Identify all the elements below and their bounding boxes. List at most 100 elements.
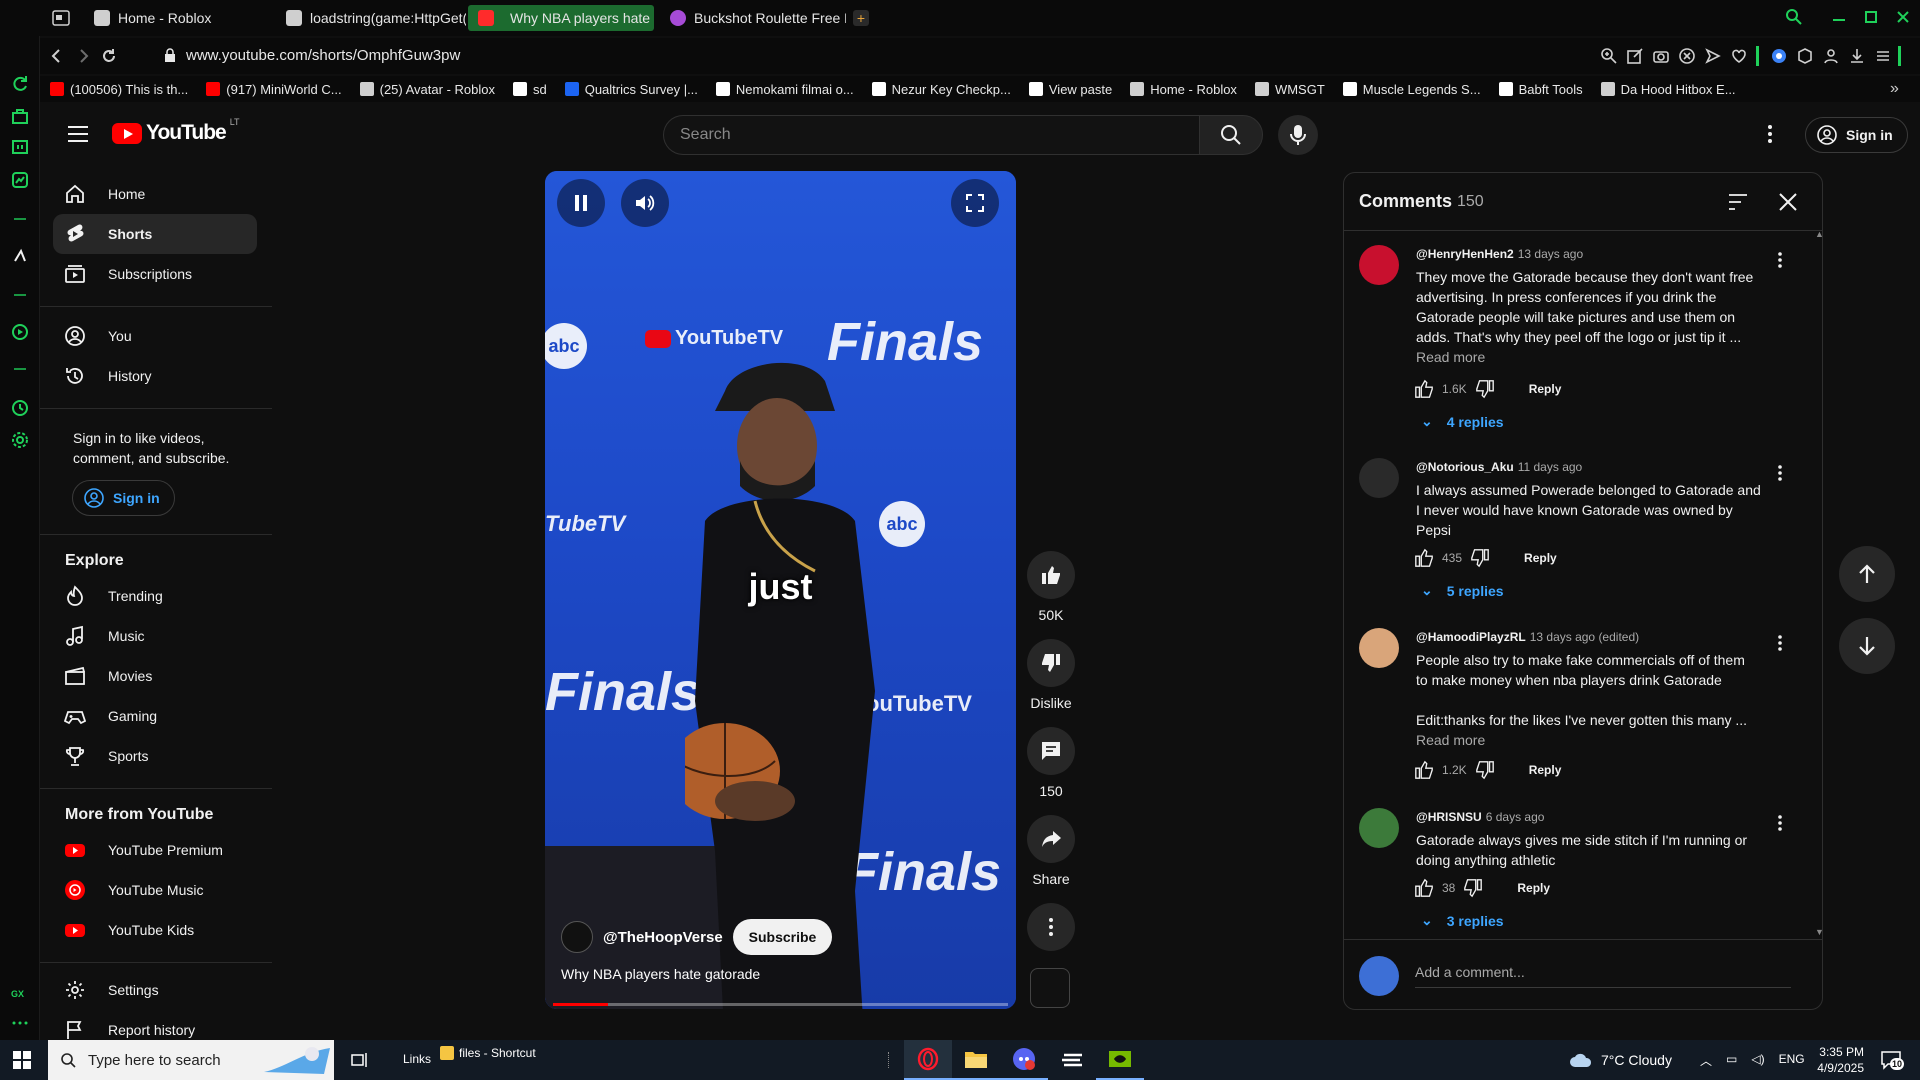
taskbar-search-input[interactable]: Type here to search	[48, 1040, 334, 1080]
music-icon[interactable]	[10, 246, 30, 266]
previous-short-button[interactable]	[1839, 546, 1895, 602]
tab-youtube-active[interactable]: Why NBA players hate	[468, 5, 654, 31]
comment-author[interactable]: @Notorious_Aku	[1416, 460, 1514, 474]
thumbs-up-icon[interactable]	[1414, 379, 1434, 399]
thumbs-down-icon[interactable]	[1470, 548, 1490, 568]
new-tab-button[interactable]: +	[853, 10, 869, 26]
channel-name[interactable]: @TheHoopVerse	[603, 929, 723, 946]
bookmark-item[interactable]: (100506) This is th...	[50, 82, 188, 97]
bookmark-item[interactable]: Muscle Legends S...	[1342, 82, 1481, 97]
fullscreen-button[interactable]	[951, 179, 999, 227]
comment-avatar[interactable]	[1359, 808, 1399, 848]
thumbs-down-icon[interactable]	[1475, 379, 1495, 399]
cube-icon[interactable]	[1796, 47, 1814, 65]
reply-button[interactable]: Reply	[1529, 382, 1562, 396]
search-icon[interactable]	[1785, 8, 1803, 26]
taskbar-file-explorer[interactable]	[952, 1040, 1000, 1080]
bookmark-item[interactable]: Home - Roblox	[1130, 82, 1237, 97]
bookmark-item[interactable]: Qualtrics Survey |...	[564, 82, 698, 97]
sidebar-item-youtube-music[interactable]: YouTube Music	[53, 870, 257, 910]
comment-author[interactable]: @HRISNSU	[1416, 810, 1482, 824]
camera-icon[interactable]	[1652, 47, 1670, 65]
files-shortcut[interactable]: files - Shortcut	[440, 1046, 536, 1060]
scroll-up-icon[interactable]: ▲	[270, 166, 272, 177]
gx-corner-icon[interactable]: GX	[11, 988, 29, 998]
sidebar-item-subscriptions[interactable]: Subscriptions	[53, 254, 257, 294]
forward-icon[interactable]	[74, 47, 92, 65]
more-button[interactable]	[1027, 903, 1075, 951]
url-field[interactable]: www.youtube.com/shorts/OmphfGuw3pw	[164, 47, 460, 64]
read-more-link[interactable]: Read more	[1416, 732, 1485, 748]
maximize-icon[interactable]	[1862, 8, 1880, 26]
sidebar-item-music[interactable]: Music	[53, 616, 257, 656]
taskbar-app[interactable]	[1048, 1040, 1096, 1080]
comment-author[interactable]: @HenryHenHen2	[1416, 247, 1514, 261]
pause-button[interactable]	[557, 179, 605, 227]
sort-icon[interactable]	[1727, 192, 1749, 212]
block-icon[interactable]	[1678, 47, 1696, 65]
shorts-video-player[interactable]: abc YouTubeTV Finals TubeTV abc Finals Y…	[545, 171, 1016, 1009]
reply-button[interactable]: Reply	[1517, 881, 1550, 895]
thumbs-up-icon[interactable]	[1414, 548, 1434, 568]
reply-button[interactable]: Reply	[1524, 551, 1557, 565]
comment-time[interactable]: 13 days ago (edited)	[1530, 630, 1639, 644]
sidebar-item-trending[interactable]: Trending	[53, 576, 257, 616]
hamburger-menu-icon[interactable]	[66, 124, 90, 144]
send-icon[interactable]	[1704, 47, 1722, 65]
scroll-up-icon[interactable]: ▲	[1815, 229, 1822, 239]
reload-icon[interactable]	[100, 47, 118, 65]
links-toolbar[interactable]: Links	[403, 1052, 431, 1066]
comment-more-icon[interactable]	[1777, 634, 1783, 652]
like-button[interactable]	[1027, 551, 1075, 599]
comment-avatar[interactable]	[1359, 458, 1399, 498]
thumbs-down-icon[interactable]	[1475, 760, 1495, 780]
tab-overview-icon[interactable]	[52, 10, 70, 26]
back-icon[interactable]	[48, 47, 66, 65]
notification-center[interactable]: 10	[1880, 1050, 1904, 1070]
sidebar-item-history[interactable]: History	[53, 356, 257, 396]
heart-icon[interactable]	[1730, 47, 1748, 65]
comment-more-icon[interactable]	[1777, 464, 1783, 482]
replies-toggle[interactable]: ⌄ 3 replies	[1421, 912, 1504, 929]
video-progress-bar[interactable]	[553, 1003, 1008, 1006]
comment-more-icon[interactable]	[1777, 814, 1783, 832]
search-input[interactable]: Search	[663, 115, 1199, 155]
comments-button[interactable]	[1027, 727, 1075, 775]
messenger-icon[interactable]	[10, 170, 30, 190]
chevron-up-icon[interactable]: ︿	[1700, 1052, 1712, 1069]
read-more-link[interactable]: Read more	[1416, 349, 1485, 365]
task-view-icon[interactable]	[350, 1051, 368, 1069]
more-action[interactable]	[1027, 903, 1075, 951]
bookmark-item[interactable]: Da Hood Hitbox E...	[1600, 82, 1736, 97]
weather-widget[interactable]: 7°C Cloudy	[1569, 1052, 1672, 1068]
sign-in-button[interactable]: Sign in	[1805, 117, 1908, 153]
profile-icon[interactable]	[1822, 47, 1840, 65]
sidebar-sign-in-button[interactable]: Sign in	[72, 480, 175, 516]
share-button[interactable]	[1027, 815, 1075, 863]
subscribe-button[interactable]: Subscribe	[732, 919, 833, 955]
sidebar-item-youtube-premium[interactable]: YouTube Premium	[53, 830, 257, 870]
settings-icon[interactable]	[10, 430, 30, 450]
bookmark-item[interactable]: View paste	[1028, 82, 1112, 97]
dislike-button[interactable]	[1027, 639, 1075, 687]
reply-button[interactable]: Reply	[1529, 763, 1562, 777]
taskbar-discord[interactable]	[1000, 1040, 1048, 1080]
player-icon[interactable]	[10, 322, 30, 342]
sidebar-item-gaming[interactable]: Gaming	[53, 696, 257, 736]
comment-avatar[interactable]	[1359, 245, 1399, 285]
tab-loadstring[interactable]: loadstring(game:HttpGet(	[276, 5, 466, 31]
tab-buckshot[interactable]: Buckshot Roulette Free D	[660, 5, 846, 31]
share-action[interactable]: Share	[1027, 815, 1075, 887]
sidebar-item-you[interactable]: You	[53, 316, 257, 356]
bookmark-item[interactable]: (917) MiniWorld C...	[206, 82, 342, 97]
replies-toggle[interactable]: ⌄ 5 replies	[1421, 582, 1504, 599]
sidebar-item-settings[interactable]: Settings	[53, 970, 257, 1010]
download-icon[interactable]	[1848, 47, 1866, 65]
bookmark-item[interactable]: Nemokami filmai o...	[715, 82, 854, 97]
sidebar-item-home[interactable]: Home	[53, 174, 257, 214]
dislike-action[interactable]: Dislike	[1027, 639, 1075, 711]
bookmarks-more-icon[interactable]: »	[1890, 80, 1906, 98]
sidebar-item-shorts[interactable]: Shorts	[53, 214, 257, 254]
zoom-icon[interactable]	[1600, 47, 1618, 65]
search-button[interactable]	[1199, 115, 1263, 155]
